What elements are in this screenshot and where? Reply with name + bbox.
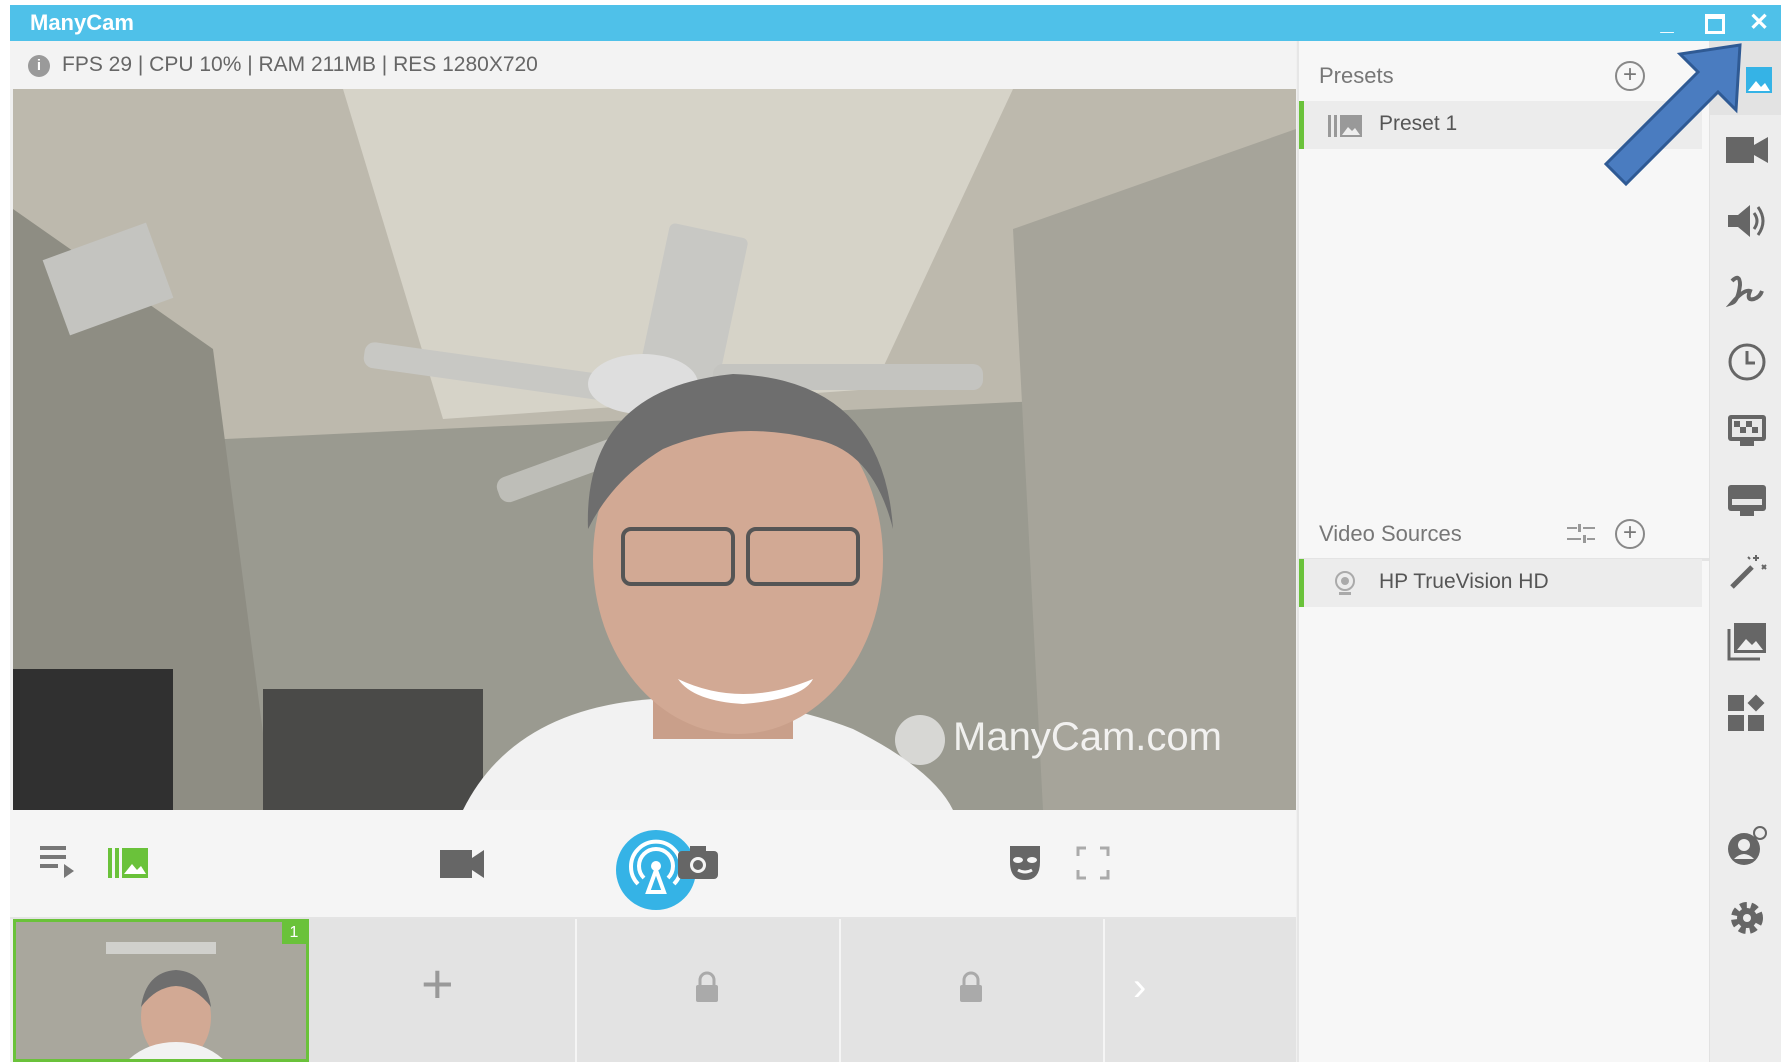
manycam-window: ManyCam _ ✕ i FPS 29 | CPU 10% | RAM 211…: [10, 5, 1781, 1062]
app-title: ManyCam: [30, 10, 134, 35]
webcam-icon: [1335, 571, 1355, 595]
lock-icon: [696, 971, 718, 1002]
video-source-label: HP TrueVision HD: [1379, 570, 1549, 593]
images-tab-icon[interactable]: [1726, 621, 1768, 663]
widgets-tab-icon[interactable]: [1726, 693, 1768, 735]
source-thumbnails: 1 + ›: [13, 919, 1296, 1062]
webcam-frame: [13, 89, 1296, 810]
thumbnail-preview: [16, 922, 306, 1059]
chroma-tab-icon[interactable]: [1726, 411, 1768, 453]
video-preview[interactable]: ManyCam.com: [13, 89, 1296, 810]
presets-view-icon[interactable]: [106, 842, 152, 887]
minimize-button[interactable]: _: [1650, 8, 1684, 38]
watermark-camera-icon: [895, 715, 945, 765]
clock-tab-icon[interactable]: [1726, 341, 1768, 383]
settings-gear-icon[interactable]: [1726, 897, 1768, 939]
thumbnails-next-button[interactable]: ›: [1105, 919, 1296, 1062]
draw-tab-icon[interactable]: [1725, 271, 1768, 313]
add-source-plus-icon: +: [421, 952, 454, 1015]
thumbnail-slot-locked-1[interactable]: [577, 919, 841, 1062]
active-slot-badge: 1: [282, 922, 306, 944]
effects-wand-icon[interactable]: [1726, 551, 1768, 593]
add-video-source-button[interactable]: +: [1615, 519, 1645, 549]
thumbnail-slot-1[interactable]: 1: [13, 919, 309, 1062]
status-bar: i FPS 29 | CPU 10% | RAM 211MB | RES 128…: [10, 41, 1296, 89]
thumbnail-slot-locked-2[interactable]: [841, 919, 1105, 1062]
fullscreen-icon[interactable]: [1076, 846, 1110, 885]
main-toolbar: [10, 810, 1296, 919]
preset-icon: [1328, 115, 1362, 137]
video-source-item[interactable]: HP TrueVision HD: [1299, 559, 1702, 607]
video-camera-icon[interactable]: [440, 848, 484, 885]
info-icon[interactable]: i: [28, 55, 50, 77]
snapshot-camera-icon[interactable]: [678, 845, 718, 886]
status-text: FPS 29 | CPU 10% | RAM 211MB | RES 1280X…: [62, 53, 538, 76]
maximize-icon: [1705, 14, 1725, 34]
chevron-right-icon: ›: [1133, 965, 1147, 1009]
lock-icon: [960, 971, 982, 1002]
playlist-icon[interactable]: [38, 842, 78, 887]
close-button[interactable]: ✕: [1742, 8, 1776, 38]
source-settings-icon[interactable]: [1567, 523, 1595, 550]
video-sources-title: Video Sources: [1319, 521, 1462, 546]
watermark-text: ManyCam.com: [953, 715, 1222, 759]
annotation-arrow: [1603, 43, 1742, 187]
account-icon[interactable]: [1726, 825, 1768, 867]
maximize-button[interactable]: [1698, 8, 1732, 38]
preset-label: Preset 1: [1379, 112, 1458, 135]
presets-title: Presets: [1319, 63, 1394, 88]
title-bar: ManyCam _ ✕: [10, 5, 1781, 41]
lower-thirds-tab-icon[interactable]: [1726, 481, 1768, 523]
mask-effects-icon[interactable]: [1008, 844, 1042, 887]
thumbnail-slot-add[interactable]: +: [309, 919, 577, 1062]
